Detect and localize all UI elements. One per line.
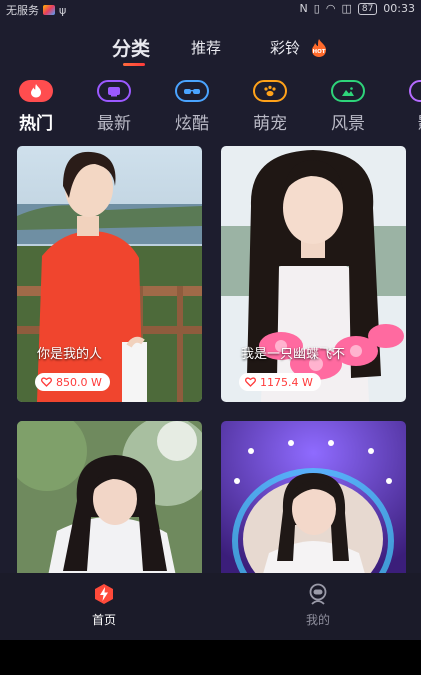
category-scenery[interactable]: 风景	[318, 80, 378, 134]
category-newest[interactable]: 最新	[84, 80, 144, 134]
video-thumbnail	[221, 421, 406, 581]
like-count[interactable]: 1175.4 W	[239, 373, 321, 391]
app-screen: 无服务 ψ N ▯ ◠ ◫ 87 00:33 分类 推荐 彩铃 HOT 热门 最…	[0, 0, 421, 640]
tab-home-label: 首页	[91, 613, 116, 627]
tab-profile-label: 我的	[305, 613, 330, 627]
active-tab-indicator	[123, 63, 145, 66]
top-tabs: 分类 推荐 彩铃 HOT	[0, 30, 421, 70]
tab-home[interactable]: 首页	[74, 583, 134, 628]
tab-recommend[interactable]: 推荐	[191, 37, 221, 58]
glasses-icon	[175, 80, 209, 102]
mountain-icon	[331, 80, 365, 102]
film-icon	[409, 80, 421, 102]
category-cool[interactable]: 炫酷	[162, 80, 222, 134]
flame-icon	[19, 80, 53, 102]
tv-icon	[97, 80, 131, 102]
tab-classify[interactable]: 分类	[112, 34, 150, 61]
hot-flame-icon: HOT	[312, 39, 326, 57]
category-pets[interactable]: 萌宠	[240, 80, 300, 134]
video-card[interactable]: 你是我的人 850.0 W	[17, 146, 202, 402]
video-card[interactable]: 我是一只幽蝶飞不 1175.4 W	[221, 146, 406, 402]
category-label: 影	[418, 109, 421, 134]
vibrate-icon: ▯	[313, 2, 320, 15]
data-saver-icon: ◫	[341, 2, 352, 15]
video-thumbnail	[17, 421, 202, 581]
hot-badge-label: HOT	[312, 49, 325, 55]
video-card[interactable]	[17, 421, 202, 581]
category-label: 最新	[97, 114, 131, 134]
profile-icon	[309, 583, 327, 605]
video-thumbnail	[17, 146, 202, 402]
clock: 00:33	[383, 2, 415, 15]
status-bar: 无服务 ψ N ▯ ◠ ◫ 87 00:33	[0, 0, 421, 18]
wifi-icon: ◠	[325, 2, 336, 15]
video-thumbnail	[221, 146, 406, 402]
bottom-tab-bar: 首页 我的	[0, 573, 421, 640]
category-film[interactable]: 影	[396, 80, 421, 134]
category-label: 炫酷	[175, 114, 209, 134]
category-row: 热门 最新 炫酷 萌宠 风景	[0, 80, 421, 134]
like-count-text: 1175.4 W	[260, 375, 313, 389]
video-caption: 我是一只幽蝶飞不	[241, 347, 346, 362]
category-label: 萌宠	[253, 114, 287, 134]
like-count[interactable]: 850.0 W	[35, 373, 110, 391]
battery-icon: 87	[357, 2, 378, 15]
tab-profile[interactable]: 我的	[288, 583, 348, 628]
video-card[interactable]	[221, 421, 406, 581]
video-caption: 你是我的人	[37, 347, 103, 362]
category-label: 风景	[331, 114, 365, 134]
category-hot[interactable]: 热门	[6, 80, 66, 134]
home-icon	[95, 584, 113, 604]
nfc-icon: N	[299, 2, 308, 15]
app-notification-icon	[43, 5, 55, 15]
heart-icon	[245, 377, 256, 387]
category-label: 热门	[19, 114, 53, 134]
carrier-text: 无服务	[6, 4, 39, 17]
like-count-text: 850.0 W	[56, 375, 102, 389]
heart-icon	[41, 377, 52, 387]
paw-icon	[253, 80, 287, 102]
usb-icon: ψ	[59, 3, 67, 17]
tab-ringtone[interactable]: 彩铃	[270, 37, 300, 58]
